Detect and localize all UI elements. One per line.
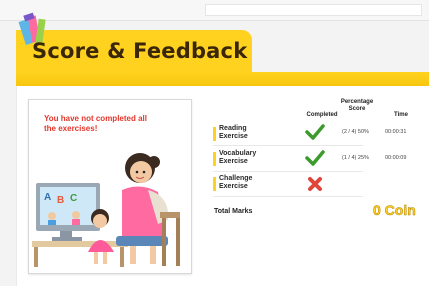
header-band	[16, 72, 429, 86]
svg-text:C: C	[70, 193, 77, 204]
row-marker	[213, 127, 216, 141]
time-reading: 00:00:31	[385, 129, 407, 135]
total-marks-label: Total Marks	[214, 208, 253, 215]
row-divider	[213, 145, 363, 146]
check-icon	[305, 150, 325, 166]
time-vocabulary: 00:00:09	[385, 155, 407, 161]
score-vocabulary: (1 / 4) 25%	[342, 155, 369, 161]
column-header-time: Time	[394, 112, 408, 118]
top-bar	[0, 0, 429, 21]
exercise-name-vocabulary: Vocabulary Exercise	[219, 150, 257, 165]
row-divider	[213, 171, 363, 172]
row-marker	[213, 152, 216, 166]
exercise-name-challenge: Challenge Exercise	[219, 175, 253, 190]
check-icon	[305, 124, 325, 140]
total-coin-value: 0 Coin	[373, 202, 416, 219]
svg-text:B: B	[57, 195, 64, 206]
page-title: Score & Feedback	[32, 39, 248, 63]
column-header-completed: Completed	[306, 112, 338, 118]
top-bar-strip	[205, 4, 422, 16]
row-marker	[213, 177, 216, 191]
column-header-score: Percentage Score	[340, 99, 374, 112]
svg-text:A: A	[44, 192, 51, 203]
row-divider	[213, 196, 363, 197]
cross-icon	[308, 177, 322, 191]
exercise-name-reading: Reading Exercise	[219, 125, 248, 140]
incomplete-message: You have not completed all the exercises…	[44, 114, 147, 133]
score-reading: (2 / 4) 50%	[342, 129, 369, 135]
illustration-girl-computer: A B C	[32, 153, 180, 267]
